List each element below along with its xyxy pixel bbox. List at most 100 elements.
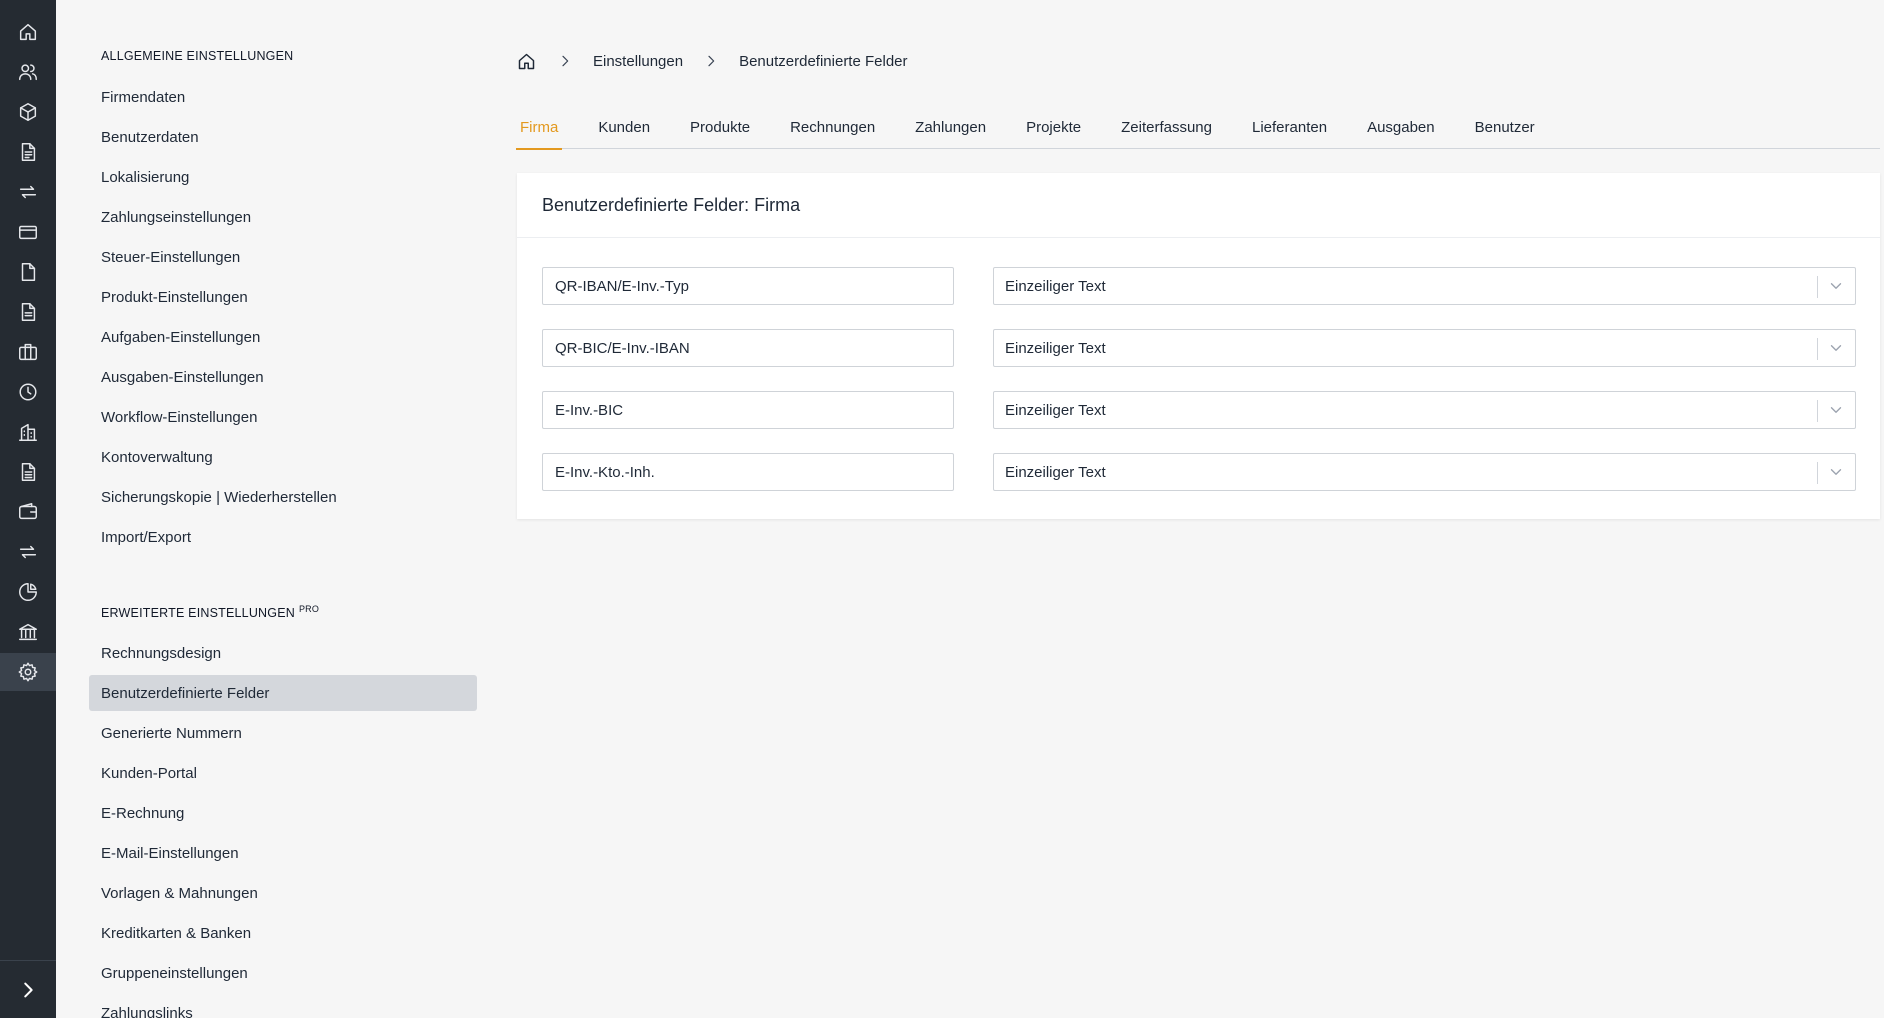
card-title: Benutzerdefinierte Felder: Firma xyxy=(517,173,1880,238)
nav-item-workflow-einstellungen[interactable]: Workflow-Einstellungen xyxy=(89,399,477,435)
nav-item-zahlungslinks[interactable]: Zahlungslinks xyxy=(89,995,477,1018)
custom-fields-card: Benutzerdefinierte Felder: Firma Einzeil… xyxy=(517,173,1880,519)
tab-kunden[interactable]: Kunden xyxy=(594,106,654,149)
nav-item-generierte-nummern[interactable]: Generierte Nummern xyxy=(89,715,477,751)
general-settings-heading: ALLGEMEINE EINSTELLUNGEN xyxy=(101,49,294,63)
nav-item-label: Firmendaten xyxy=(101,88,186,106)
tab-lieferanten[interactable]: Lieferanten xyxy=(1248,106,1331,149)
field-type-select[interactable]: Einzeiliger Text xyxy=(993,453,1856,491)
field-label-input[interactable] xyxy=(542,267,954,305)
chevron-right-icon xyxy=(557,53,573,69)
tab-produkte[interactable]: Produkte xyxy=(686,106,754,149)
custom-field-row: Einzeiliger Text xyxy=(542,453,1856,491)
field-type-select[interactable]: Einzeiliger Text xyxy=(993,329,1856,367)
box-icon[interactable] xyxy=(0,93,56,131)
nav-item-label: Vorlagen & Mahnungen xyxy=(101,884,258,902)
nav-item-kontoverwaltung[interactable]: Kontoverwaltung xyxy=(89,439,477,475)
nav-item-aufgaben-einstellungen[interactable]: Aufgaben-Einstellungen xyxy=(89,319,477,355)
building-icon[interactable] xyxy=(0,413,56,451)
field-type-value: Einzeiliger Text xyxy=(1005,401,1106,419)
nav-item-label: Zahlungslinks xyxy=(101,1004,193,1018)
chevron-right-icon xyxy=(703,53,719,69)
briefcase-icon[interactable] xyxy=(0,333,56,371)
breadcrumb-settings-link[interactable]: Einstellungen xyxy=(593,53,683,70)
credit-card-icon[interactable] xyxy=(0,213,56,251)
bank-icon[interactable] xyxy=(0,613,56,651)
nav-item-zahlungseinstellungen[interactable]: Zahlungseinstellungen xyxy=(89,199,477,235)
tab-ausgaben[interactable]: Ausgaben xyxy=(1363,106,1439,149)
field-type-select[interactable]: Einzeiliger Text xyxy=(993,391,1856,429)
chevron-right-icon xyxy=(24,982,33,997)
tab-zeiterfassung[interactable]: Zeiterfassung xyxy=(1117,106,1216,149)
nav-item-e-mail-einstellungen[interactable]: E-Mail-Einstellungen xyxy=(89,835,477,871)
field-label-input[interactable] xyxy=(542,453,954,491)
file-lines-icon[interactable] xyxy=(0,293,56,331)
nav-item-sicherungskopie-wiederherstellen[interactable]: Sicherungskopie | Wiederherstellen xyxy=(89,479,477,515)
breadcrumb-home-icon[interactable] xyxy=(516,51,537,72)
nav-item-e-rechnung[interactable]: E-Rechnung xyxy=(89,795,477,831)
nav-item-label: Gruppeneinstellungen xyxy=(101,964,248,982)
users-icon[interactable] xyxy=(0,53,56,91)
field-type-select[interactable]: Einzeiliger Text xyxy=(993,267,1856,305)
nav-item-label: Workflow-Einstellungen xyxy=(101,408,258,426)
nav-item-kreditkarten-banken[interactable]: Kreditkarten & Banken xyxy=(89,915,477,951)
select-divider xyxy=(1817,338,1818,360)
chevron-down-icon[interactable] xyxy=(1827,339,1845,357)
app-root: ALLGEMEINE EINSTELLUNGEN Firmendaten Benu… xyxy=(0,0,1884,1018)
nav-item-label: Import/Export xyxy=(101,528,192,546)
nav-item-import-export[interactable]: Import/Export xyxy=(89,519,477,555)
select-divider xyxy=(1817,276,1818,298)
tab-projekte[interactable]: Projekte xyxy=(1022,106,1085,149)
custom-field-row: Einzeiliger Text xyxy=(542,267,1856,305)
nav-item-label: Generierte Nummern xyxy=(101,724,242,742)
nav-item-label: Steuer-Einstellungen xyxy=(101,248,241,266)
field-label-input[interactable] xyxy=(542,391,954,429)
nav-item-produkt-einstellungen[interactable]: Produkt-Einstellungen xyxy=(89,279,477,315)
tab-zahlungen[interactable]: Zahlungen xyxy=(911,106,990,149)
nav-item-label: Produkt-Einstellungen xyxy=(101,288,248,306)
nav-item-steuer-einstellungen[interactable]: Steuer-Einstellungen xyxy=(89,239,477,275)
settings-nav: ALLGEMEINE EINSTELLUNGEN Firmendaten Benu… xyxy=(89,0,477,1018)
tab-firma[interactable]: Firma xyxy=(516,106,563,150)
clock-icon[interactable] xyxy=(0,373,56,411)
custom-field-row: Einzeiliger Text xyxy=(542,329,1856,367)
nav-item-label: E-Rechnung xyxy=(101,804,185,822)
transfer-icon[interactable] xyxy=(0,533,56,571)
file-text-icon[interactable] xyxy=(0,133,56,171)
entity-tabs: Firma Kunden Produkte Rechnungen Zahlungen Pr… xyxy=(516,106,1880,150)
wallet-icon[interactable] xyxy=(0,493,56,531)
chevron-down-icon[interactable] xyxy=(1827,401,1845,419)
tab-rechnungen[interactable]: Rechnungen xyxy=(786,106,879,149)
tab-benutzer[interactable]: Benutzer xyxy=(1471,106,1539,149)
repeat-icon[interactable] xyxy=(0,173,56,211)
field-type-value: Einzeiliger Text xyxy=(1005,277,1106,295)
nav-item-vorlagen-mahnungen[interactable]: Vorlagen & Mahnungen xyxy=(89,875,477,911)
field-type-value: Einzeiliger Text xyxy=(1005,339,1106,357)
nav-item-benutzerdaten[interactable]: Benutzerdaten xyxy=(89,119,477,155)
advanced-settings-heading: ERWEITERTE EINSTELLUNGEN PRO xyxy=(101,604,320,621)
nav-item-rechnungsdesign[interactable]: Rechnungsdesign xyxy=(89,635,477,671)
nav-item-firmendaten[interactable]: Firmendaten xyxy=(89,79,477,115)
pie-chart-icon[interactable] xyxy=(0,573,56,611)
nav-item-ausgaben-einstellungen[interactable]: Ausgaben-Einstellungen xyxy=(89,359,477,395)
file-list-icon[interactable] xyxy=(0,453,56,491)
pro-badge: PRO xyxy=(298,604,320,614)
nav-item-benutzerdefinierte-felder[interactable]: Benutzerdefinierte Felder xyxy=(89,675,477,711)
nav-item-label: Benutzerdefinierte Felder xyxy=(101,684,270,702)
breadcrumb-current: Benutzerdefinierte Felder xyxy=(739,52,908,70)
field-label-input[interactable] xyxy=(542,329,954,367)
nav-item-lokalisierung[interactable]: Lokalisierung xyxy=(89,159,477,195)
nav-item-label: Zahlungseinstellungen xyxy=(101,208,252,226)
home-icon[interactable] xyxy=(0,13,56,51)
nav-item-label: Rechnungsdesign xyxy=(101,644,222,662)
expand-sidebar-button[interactable] xyxy=(0,960,56,1018)
chevron-down-icon[interactable] xyxy=(1827,463,1845,481)
chevron-down-icon[interactable] xyxy=(1827,277,1845,295)
file-icon[interactable] xyxy=(0,253,56,291)
select-divider xyxy=(1817,400,1818,422)
select-divider xyxy=(1817,462,1818,484)
nav-item-label: E-Mail-Einstellungen xyxy=(101,844,239,862)
nav-item-kunden-portal[interactable]: Kunden-Portal xyxy=(89,755,477,791)
nav-item-gruppeneinstellungen[interactable]: Gruppeneinstellungen xyxy=(89,955,477,991)
settings-icon[interactable] xyxy=(0,653,56,691)
